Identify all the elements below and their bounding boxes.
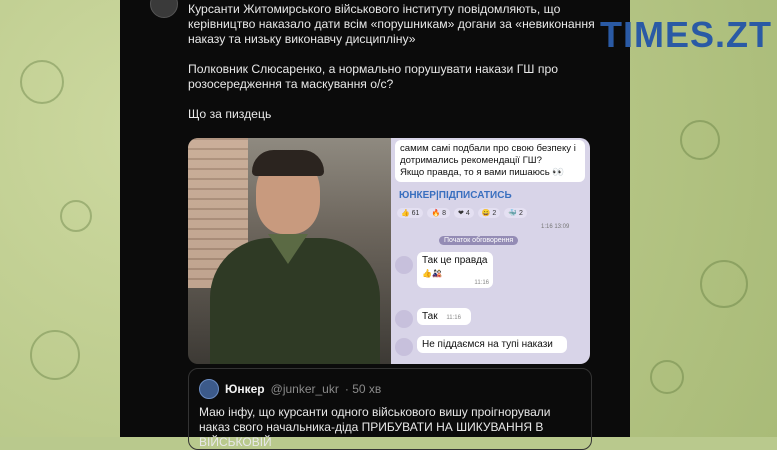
- reactions-bar: 👍 61 🔥 8 ❤ 4 😄 2 🐳 2: [397, 208, 527, 218]
- quoted-author-handle[interactable]: @junker_ukr: [271, 382, 339, 396]
- background-doodle: [30, 330, 80, 380]
- reaction-badge[interactable]: 👍 61: [397, 208, 424, 218]
- background-doodle: [680, 120, 720, 160]
- author-avatar[interactable]: [150, 0, 178, 18]
- telegram-message: самим самі подбали про свою безпеку і до…: [395, 140, 585, 182]
- photo-hair: [252, 150, 324, 176]
- chat-avatar: [395, 338, 413, 356]
- chat-text: Так: [422, 311, 438, 322]
- chat-time: 11:16: [474, 280, 489, 286]
- chat-bubble: Так 11:16: [417, 308, 471, 325]
- chat-avatar: [395, 256, 413, 274]
- reaction-badge[interactable]: ❤ 4: [454, 208, 474, 218]
- post-text: Курсанти Житомирського військового інсти…: [188, 2, 608, 137]
- background-doodle: [700, 260, 748, 308]
- chat-time: 11:16: [446, 315, 461, 321]
- chat-text: Так це правда: [422, 255, 488, 266]
- quoted-text: Маю інфу, що курсанти одного військового…: [199, 405, 551, 449]
- quoted-tweet[interactable]: Юнкер @junker_ukr · 50 хв Маю інфу, що к…: [188, 368, 592, 450]
- message-time: 1:16 13:09: [541, 224, 570, 230]
- post-media[interactable]: самим самі подбали про свою безпеку і до…: [188, 138, 590, 364]
- reaction-badge[interactable]: 🐳 2: [504, 208, 527, 218]
- reaction-badge[interactable]: 😄 2: [477, 208, 501, 218]
- channel-subscribe-link[interactable]: ЮНКЕР|ПІДПИСАТИСЬ: [399, 190, 512, 201]
- quoted-time: · 50 хв: [344, 382, 382, 396]
- chat-bubble: Не піддаємся на тупі накази: [417, 336, 567, 353]
- officer-photo[interactable]: [188, 138, 391, 364]
- chat-emoji: 👍🎎: [422, 269, 442, 278]
- social-post: Курсанти Житомирського військового інсти…: [150, 0, 620, 450]
- quoted-author-name[interactable]: Юнкер: [225, 382, 265, 396]
- reaction-badge[interactable]: 🔥 8: [427, 208, 451, 218]
- chat-bubble: Так це правда 👍🎎 11:16: [417, 252, 493, 288]
- site-logo[interactable]: TIMES.ZT: [600, 14, 772, 56]
- quoted-avatar[interactable]: [199, 379, 219, 399]
- chat-avatar: [395, 310, 413, 328]
- quoted-header: Юнкер @junker_ukr · 50 хв: [199, 379, 381, 399]
- discussion-divider: Початок обговорення: [439, 236, 519, 245]
- background-doodle: [650, 360, 684, 394]
- post-paragraph: Полковник Слюсаренко, а нормально порушу…: [188, 62, 559, 91]
- photo-uniform: [210, 238, 380, 364]
- background-doodle: [20, 60, 64, 104]
- telegram-screenshot[interactable]: самим самі подбали про свою безпеку і до…: [391, 138, 590, 364]
- post-paragraph: Що за пиздець: [188, 107, 272, 121]
- post-paragraph: Курсанти Житомирського військового інсти…: [188, 2, 595, 46]
- background-doodle: [60, 200, 92, 232]
